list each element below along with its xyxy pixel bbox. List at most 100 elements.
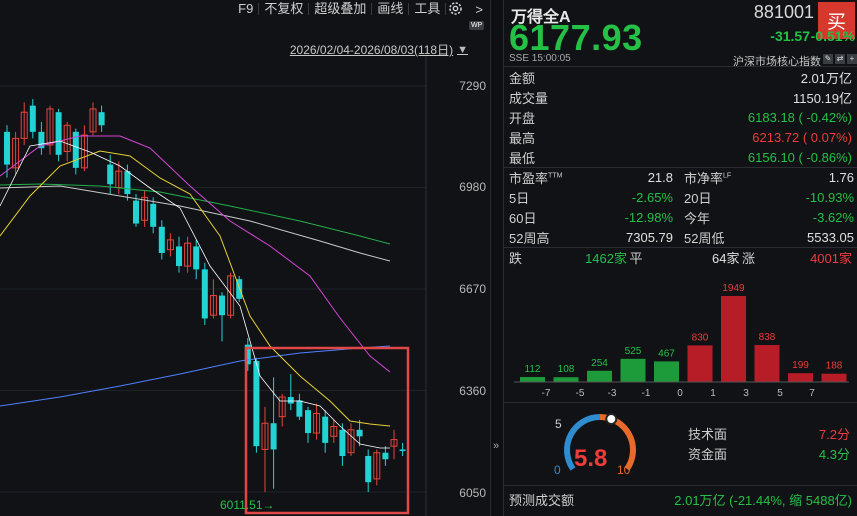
down-count: 1462家 — [585, 250, 627, 266]
candle-body-down — [287, 397, 294, 404]
candle-body-down — [339, 429, 346, 456]
distribution-bar — [620, 358, 646, 382]
y-tick-label: 6670 — [459, 282, 486, 296]
candle-body-down — [253, 361, 260, 447]
candle-body-down — [219, 295, 225, 316]
stat-cell: 今年 -3.62% — [684, 207, 854, 227]
fund-score: 4.3分 — [818, 447, 850, 462]
distribution-bar-label: 1949 — [722, 283, 745, 294]
stat-value: 21.8 — [647, 169, 673, 185]
stat-cell: 60日 -12.98% — [509, 207, 673, 227]
gauge-max-label: 10 — [617, 463, 631, 477]
quote-row-label: 最低 — [509, 150, 536, 166]
candle-body-down — [399, 449, 406, 452]
distribution-bar — [520, 377, 545, 382]
candle-body-down — [124, 171, 131, 195]
candle-body-down — [4, 131, 10, 165]
candle-body-down — [98, 112, 105, 126]
tech-score: 7.2分 — [818, 427, 850, 442]
quote-row-value: 1150.19亿 — [792, 90, 852, 106]
candle-body-down — [356, 429, 363, 437]
stat-cell: 5日 -2.65% — [509, 187, 673, 207]
stat-label-text: 市净率 — [684, 170, 724, 186]
stat-value: -3.62% — [812, 209, 854, 225]
candle-body-down — [107, 164, 114, 185]
forecast-label: 预测成交额 — [509, 493, 575, 508]
up-count: 4001家 — [810, 250, 852, 266]
distribution-bar — [754, 345, 780, 382]
edit-icon[interactable]: ✎ — [823, 54, 833, 64]
distribution-bar — [788, 373, 813, 382]
up-label: 涨 — [742, 250, 756, 266]
fund-label: 资金面 — [688, 447, 728, 462]
distribution-bar-label: 838 — [759, 332, 776, 343]
add-icon[interactable]: + — [847, 54, 857, 64]
quote-row: 金额 2.01万亿 — [509, 67, 852, 87]
distribution-bar-label: 199 — [792, 360, 809, 371]
chart-toolbar: F9 不复权 超级叠加 画线 工具 > — [0, 0, 490, 18]
distribution-tick-label: 0 — [677, 388, 683, 399]
link-icon[interactable]: ⇄ — [835, 54, 845, 64]
stat-label: 5日 — [509, 188, 529, 207]
stat-label: 60日 — [509, 208, 536, 227]
toolbar-overlay[interactable]: 超级叠加 — [309, 0, 371, 18]
candlestick-chart[interactable] — [0, 56, 490, 516]
toolbar-f9[interactable]: F9 — [233, 0, 258, 18]
distribution-bar — [721, 296, 746, 382]
distribution-bar-label: 525 — [625, 346, 642, 357]
stat-value: 5533.05 — [807, 229, 854, 245]
toolbar-tools[interactable]: 工具 — [409, 0, 445, 18]
quote-row-label: 开盘 — [509, 110, 536, 126]
quote-row-value: 6213.72 ( 0.07%) — [752, 129, 852, 145]
forecast-value: 2.01万亿 (-21.44%, 缩 5488亿) — [674, 493, 852, 508]
gear-icon[interactable] — [447, 0, 464, 17]
pane-splitter[interactable]: » — [490, 0, 504, 516]
stat-label-text: 52周高 — [509, 230, 550, 246]
stat-label: 20日 — [684, 188, 711, 207]
candle-body-down — [176, 246, 182, 267]
gauge-pointer — [605, 412, 618, 425]
quote-row: 开盘 6183.18 ( -0.42%) — [509, 107, 852, 127]
stat-label: 市盈率TTM — [509, 168, 562, 187]
y-tick-label: 6980 — [459, 180, 486, 194]
distribution-bar — [821, 373, 847, 382]
candle-body-down — [133, 200, 139, 224]
expand-arrow-icon[interactable]: » — [493, 440, 499, 452]
stat-value: -10.93% — [805, 189, 854, 205]
candle-body-down — [382, 452, 389, 460]
kline-chart-pane[interactable]: F9 不复权 超级叠加 画线 工具 > WP 2026/02/04-2026/0… — [0, 0, 490, 516]
candle-body-down — [270, 423, 277, 450]
distribution-tick-label: -3 — [608, 388, 617, 399]
stat-label: 市净率LF — [684, 168, 731, 187]
score-value: 5.8 — [574, 445, 608, 472]
candle-body-down — [55, 112, 62, 155]
y-tick-label: 6360 — [459, 384, 486, 398]
distribution-tick-label: 1 — [710, 388, 716, 399]
y-tick-label: 6050 — [459, 486, 486, 500]
candle-body-down — [322, 416, 329, 443]
toolbar-more-arrow[interactable]: > — [468, 2, 490, 17]
price-change: -31.57 — [770, 28, 810, 44]
distribution-bar-label: 254 — [591, 358, 608, 369]
stat-label: 52周低 — [684, 228, 724, 247]
gauge-mid-label: 5 — [555, 417, 562, 431]
stat-label-text: 60日 — [509, 210, 537, 226]
candle-body-down — [305, 410, 311, 434]
stat-value: -12.98% — [624, 209, 673, 225]
distribution-bar — [687, 345, 713, 382]
change-distribution-chart[interactable]: 112 108 254 525 467 830 1949 838 199 188 -7 -5 -3 -1 0… — [504, 268, 857, 402]
candle-body-down — [158, 226, 165, 253]
stat-label-text: 20日 — [684, 190, 712, 206]
toolbar-adjust[interactable]: 不复权 — [259, 0, 308, 18]
tech-label: 技术面 — [688, 427, 728, 442]
distribution-bar-label: 467 — [658, 348, 675, 359]
caret-down-icon: ▼ — [457, 43, 468, 56]
wp-badge[interactable]: WP — [469, 21, 485, 30]
market-breadth-row: 跌 1462家 平 64家 涨 4001家 — [509, 247, 852, 267]
gauge-min-label: 0 — [554, 463, 561, 477]
index-code: 881001 — [753, 2, 814, 22]
ma120-line — [0, 345, 391, 407]
toolbar-draw[interactable]: 画线 — [372, 0, 408, 18]
stat-label-text: 今年 — [684, 210, 711, 226]
candle-body-down — [150, 203, 157, 227]
